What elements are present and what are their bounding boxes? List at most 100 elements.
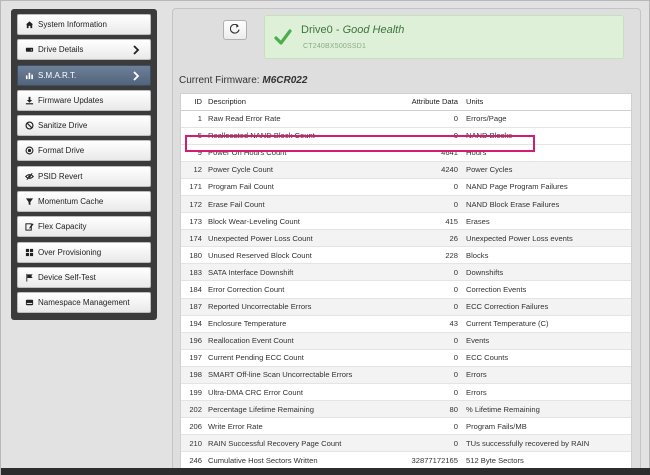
sidebar-item-system-information[interactable]: System Information [17, 14, 151, 35]
cell-description: Block Wear-Leveling Count [205, 212, 401, 231]
cell-description: SATA Interface Downshift [205, 263, 401, 282]
table-header-row: ID Description Attribute Data Units [181, 94, 631, 111]
sidebar-item-label: Momentum Cache [38, 197, 104, 207]
cell-description: Raw Read Error Rate [205, 110, 401, 128]
cell-attribute-data: 0 [401, 383, 461, 402]
cell-id: 172 [181, 195, 205, 214]
current-firmware: Current Firmware: M6CR022 [179, 75, 307, 86]
table-row: 184 Error Correction Count 0 Correction Eve… [181, 280, 631, 299]
cell-id: 206 [181, 417, 205, 436]
header-units: Units [461, 94, 631, 111]
sidebar-item-drive-details[interactable]: Drive Details [17, 39, 151, 61]
table-row: 197 Current Pending ECC Count 0 ECC Counts [181, 349, 631, 367]
sidebar-item-flex-capacity[interactable]: Flex Capacity [17, 216, 151, 238]
taskbar-strip [1, 468, 650, 475]
sidebar-item-firmware-updates[interactable]: Firmware Updates [17, 89, 151, 111]
refresh-button[interactable] [223, 20, 247, 40]
cell-attribute-data: 0 [401, 332, 461, 350]
cell-id: 180 [181, 246, 205, 265]
table-row: 196 Reallocation Event Count 0 Events [181, 332, 631, 350]
cell-units: Downshifts [461, 263, 631, 282]
cell-description: Power On Hours Count [205, 144, 401, 162]
cell-attribute-data: 0 [401, 417, 461, 436]
sidebar-item-sanitize-drive[interactable]: Sanitize Drive [17, 115, 151, 137]
cell-id: 173 [181, 212, 205, 231]
sidebar-item-label: Drive Details [38, 45, 84, 55]
header-attribute-data: Attribute Data [401, 94, 461, 111]
table-row: 171 Program Fail Count 0 NAND Page Program … [181, 178, 631, 196]
edit-icon [24, 222, 34, 232]
cell-attribute-data: 0 [401, 178, 461, 196]
sidebar-item-format-drive[interactable]: Format Drive [17, 140, 151, 162]
cell-units: Events [461, 332, 631, 350]
cell-description: Reallocated NAND Block Count [205, 127, 401, 145]
sidebar-item-label: Over Provisioning [38, 247, 102, 257]
health-state: Good Health [342, 24, 405, 36]
smart-table-container[interactable]: ID Description Attribute Data Units 1 Raw… [180, 93, 632, 475]
cell-units: Errors/Page [461, 110, 631, 128]
cell-units: Erases [461, 212, 631, 231]
sidebar-item-label: PSID Revert [38, 171, 83, 181]
table-row: 174 Unexpected Power Loss Count 26 Unexpect… [181, 229, 631, 248]
cell-id: 1 [181, 110, 205, 128]
table-row: 194 Enclosure Temperature 43 Current Temper… [181, 315, 631, 333]
sidebar-item-label: Flex Capacity [38, 222, 87, 232]
cell-units: NAND Blocks [461, 127, 631, 145]
sidebar-item-namespace-management[interactable]: Namespace Management [17, 292, 151, 314]
cell-attribute-data: 0 [401, 110, 461, 128]
cell-units: Hours [461, 144, 631, 162]
record-icon [24, 146, 34, 156]
sidebar-item-momentum-cache[interactable]: Momentum Cache [17, 191, 151, 213]
cell-description: Power Cycle Count [205, 161, 401, 179]
download-icon [24, 95, 34, 105]
flag-icon [24, 272, 34, 282]
cell-id: 199 [181, 383, 205, 402]
eye-slash-icon [24, 171, 34, 181]
cell-units: Program Fails/MB [461, 417, 631, 436]
table-row: 246 Cumulative Host Sectors Written 328771… [181, 451, 631, 470]
cell-attribute-data: 26 [401, 229, 461, 248]
table-row: 210 RAIN Successful Recovery Page Count 0 T… [181, 434, 631, 453]
cell-description: Percentage Lifetime Remaining [205, 400, 401, 419]
cell-attribute-data: 0 [401, 349, 461, 367]
cell-description: SMART Off-line Scan Uncorrectable Errors [205, 366, 401, 385]
sidebar-item-device-self-test[interactable]: Device Self-Test [17, 266, 151, 288]
health-title: Drive0 - Good Health [301, 24, 404, 36]
chevron-right-icon [132, 45, 140, 55]
cell-attribute-data: 228 [401, 246, 461, 265]
cell-id: 12 [181, 161, 205, 179]
header-description: Description [205, 94, 401, 111]
cell-units: ECC Correction Failures [461, 298, 631, 316]
sidebar-item-psid-revert[interactable]: PSID Revert [17, 165, 151, 187]
refresh-icon [229, 23, 240, 36]
cell-description: Write Error Rate [205, 417, 401, 436]
table-row: 183 SATA Interface Downshift 0 Downshifts [181, 263, 631, 282]
cell-units: Correction Events [461, 280, 631, 299]
sidebar-item-label: System Information [38, 20, 107, 29]
hdd-icon [24, 298, 34, 308]
cell-attribute-data: 32877172165 [401, 451, 461, 470]
cell-units: Blocks [461, 246, 631, 265]
sidebar-item-s-m-a-r-t[interactable]: S.M.A.R.T. [17, 64, 151, 86]
ban-icon [24, 121, 34, 131]
cell-attribute-data: 0 [401, 366, 461, 385]
cell-id: 194 [181, 315, 205, 333]
cell-units: % Lifetime Remaining [461, 400, 631, 419]
table-row: 173 Block Wear-Leveling Count 415 Erases [181, 212, 631, 231]
cell-units: Errors [461, 383, 631, 402]
cell-id: 197 [181, 349, 205, 367]
table-row: 5 Reallocated NAND Block Count 0 NAND Block… [181, 127, 631, 145]
cell-attribute-data: 43 [401, 315, 461, 333]
cell-attribute-data: 0 [401, 298, 461, 316]
drive-name: Drive0 [301, 24, 333, 36]
cell-description: Unexpected Power Loss Count [205, 229, 401, 248]
cell-description: Ultra-DMA CRC Error Count [205, 383, 401, 402]
cell-attribute-data: 0 [401, 280, 461, 299]
cell-description: Unused Reserved Block Count [205, 246, 401, 265]
cell-id: 9 [181, 144, 205, 162]
cell-id: 246 [181, 451, 205, 470]
sidebar-item-over-provisioning[interactable]: Over Provisioning [17, 241, 151, 263]
cell-attribute-data: 4240 [401, 161, 461, 179]
cell-description: Erase Fail Count [205, 195, 401, 214]
table-row: 1 Raw Read Error Rate 0 Errors/Page [181, 110, 631, 128]
